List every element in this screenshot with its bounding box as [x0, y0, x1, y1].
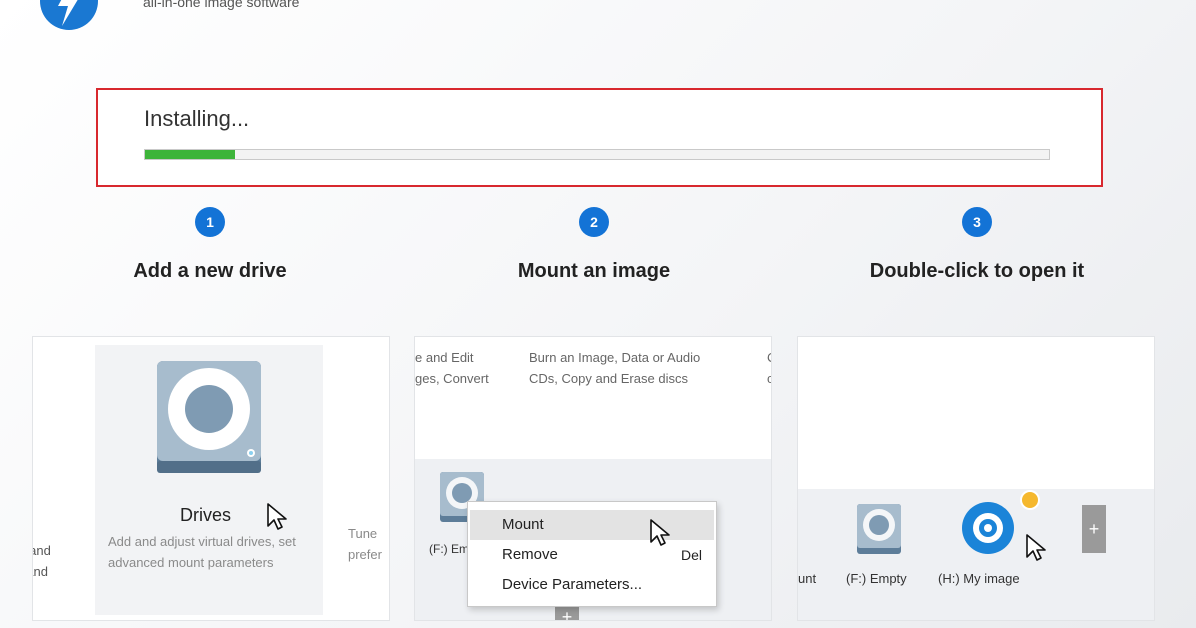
drives-title: Drives — [180, 505, 232, 525]
text-fragment: Tune — [348, 526, 378, 541]
step-title: Mount an image — [517, 260, 671, 282]
mouse-pointer-icon — [650, 519, 670, 546]
step-add-drive: 1 Add a new drive — [30, 207, 390, 283]
step-title: Double-click to open it — [869, 260, 1085, 282]
text-fragment: d — [33, 519, 79, 540]
install-progress-bar — [144, 149, 1050, 160]
panel-open-image: + unt (F:) Empty (H:) My image — [797, 336, 1155, 621]
app-tagline: all-in-one image software — [143, 0, 300, 10]
install-status-text: Installing... — [144, 106, 250, 131]
menu-item-remove[interactable]: Remove Del — [470, 540, 714, 570]
drives-description: Add and adjust virtual drives, set advan… — [108, 534, 296, 570]
truncated-description: Tune prefer — [348, 523, 388, 565]
menu-item-label: Remove — [502, 546, 558, 563]
virtual-drive-icon[interactable] — [856, 503, 902, 555]
context-menu: Mount Remove Del Device Parameters... — [467, 501, 717, 607]
app-logo — [40, 0, 98, 30]
image-label[interactable]: (H:) My image — [938, 571, 1020, 586]
burn-description: Burn an Image, Data or Audio CDs, Copy a… — [529, 347, 700, 389]
step-mount-image: 2 Mount an image — [414, 207, 774, 283]
step-title: Add a new drive — [133, 260, 287, 282]
truncated-description: d s and hand — [33, 519, 79, 582]
step-open-image: 3 Double-click to open it — [797, 207, 1157, 283]
install-progress-fill — [145, 150, 236, 159]
menu-item-label: Mount — [502, 516, 544, 533]
text-fragment: c — [767, 368, 771, 389]
step-number-badge: 2 — [579, 207, 609, 237]
drive-label[interactable]: (F:) Empty — [846, 571, 907, 586]
text-fragment: CDs, Copy and Erase discs — [529, 371, 688, 386]
menu-item-label: Device Parameters... — [502, 576, 643, 593]
menu-item-device-parameters[interactable]: Device Parameters... — [470, 570, 714, 600]
disc-image-icon[interactable] — [961, 501, 1015, 555]
lightning-icon — [58, 0, 78, 26]
tool-description: e and Edit ges, Convert — [415, 347, 489, 389]
virtual-drive-icon — [155, 359, 263, 475]
drive-label: (F:) Em — [429, 542, 469, 556]
mouse-pointer-icon — [267, 503, 287, 530]
text-fragment: C — [767, 347, 771, 368]
truncated-description: C c — [767, 347, 771, 389]
panel-add-drive: d s and hand Drives Add and adjust virtu… — [32, 336, 390, 621]
truncated-label: unt — [798, 571, 817, 586]
notification-badge — [1020, 490, 1040, 510]
text-fragment: prefer — [348, 547, 382, 562]
text-fragment: ges, Convert — [415, 371, 489, 386]
panel-mount-image: e and Edit ges, Convert Burn an Image, D… — [414, 336, 772, 621]
menu-item-shortcut: Del — [680, 547, 702, 563]
install-progress-box: Installing... — [96, 88, 1103, 187]
text-fragment: hand — [33, 564, 48, 579]
text-fragment: s and — [33, 543, 51, 558]
menu-item-mount[interactable]: Mount — [470, 510, 714, 540]
mouse-pointer-icon — [1026, 534, 1046, 561]
add-drive-button[interactable]: + — [1082, 505, 1106, 553]
step-number-badge: 1 — [195, 207, 225, 237]
text-fragment: Burn an Image, Data or Audio — [529, 350, 701, 365]
step-number-badge: 3 — [962, 207, 992, 237]
text-fragment: e and Edit — [415, 350, 474, 365]
drives-tile[interactable]: Drives Add and adjust virtual drives, se… — [95, 345, 323, 615]
